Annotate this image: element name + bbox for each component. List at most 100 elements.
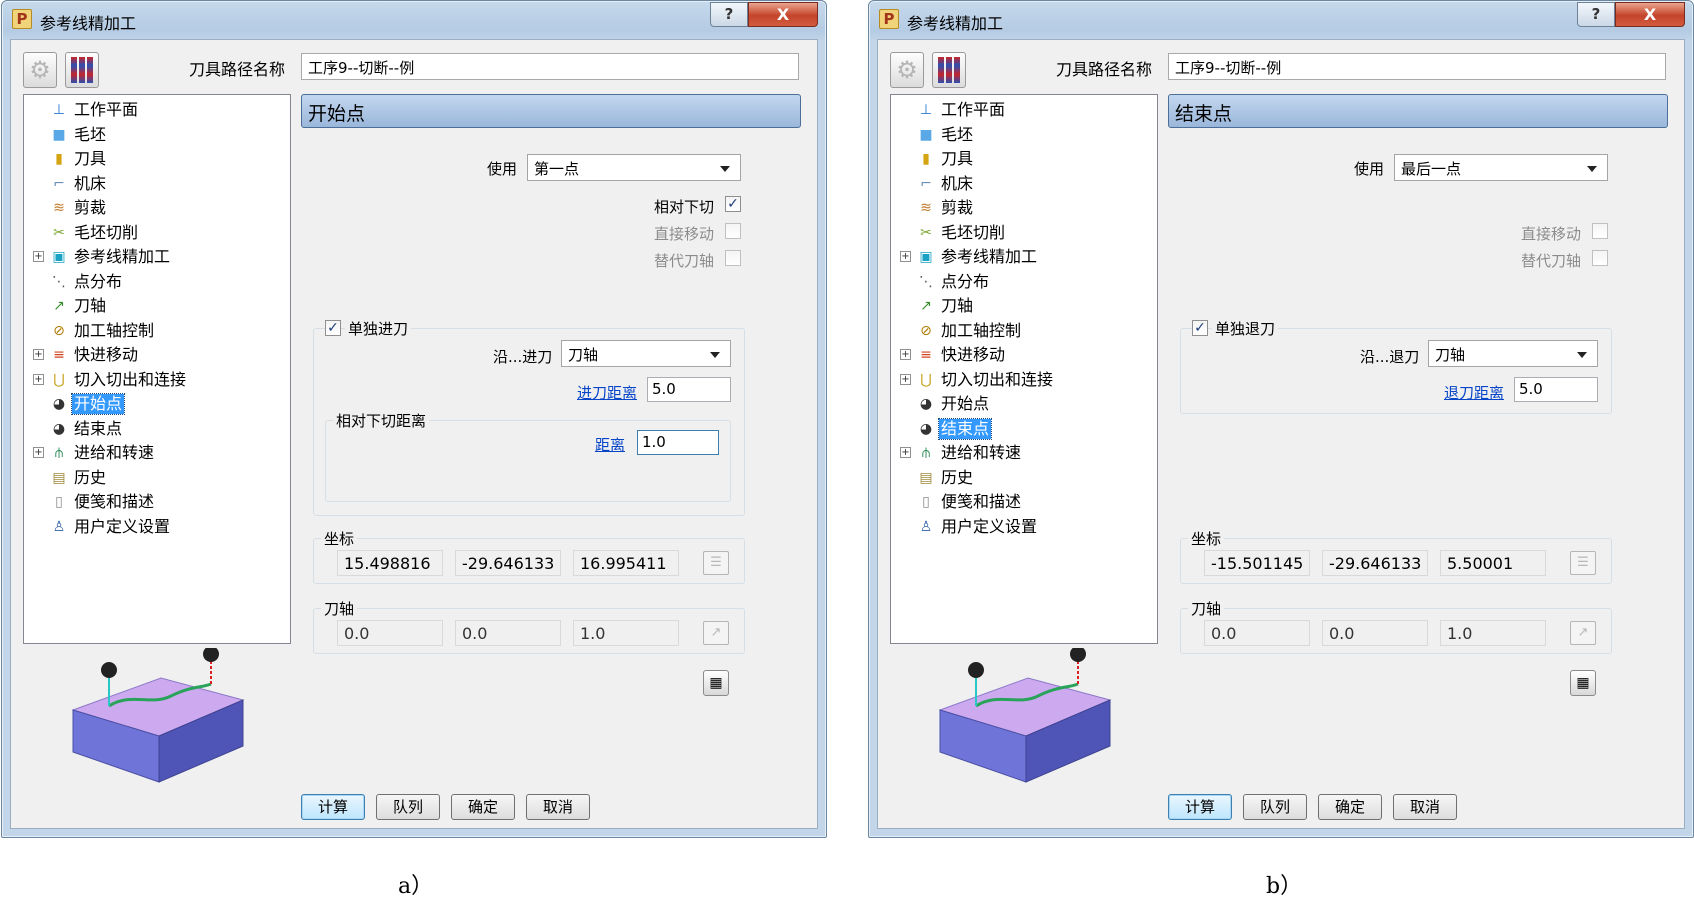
ok-button[interactable]: 确定 xyxy=(451,794,515,820)
direct-move-label: 直接移动 xyxy=(654,225,715,243)
settings-tree[interactable]: ⊥ 工作平面 ■ 毛坯 ▮ 刀具 ⌐ 机床 ≋ 剪裁 ✂ 毛坯切削 + ▣ 参考线精加工 ⋱ 点分布 ↗ 刀轴 ⊘ 加工… xyxy=(890,94,1158,644)
toolpath-preview-button[interactable] xyxy=(65,52,99,88)
approach-along-select[interactable]: 刀轴 xyxy=(561,340,731,367)
approach-distance-input[interactable]: 5.0 xyxy=(647,377,731,402)
title-bar[interactable]: P 参考线精加工 ? X xyxy=(2,1,826,37)
tree-item[interactable]: ⊥ 工作平面 xyxy=(891,98,1151,122)
tree-item[interactable]: ↗ 刀轴 xyxy=(24,294,284,318)
title-bar[interactable]: P 参考线精加工 ? X xyxy=(869,1,1693,37)
ok-button[interactable]: 确定 xyxy=(1318,794,1382,820)
tree-item[interactable]: ♙ 用户定义设置 xyxy=(24,515,284,539)
alt-tool-axis-checkbox[interactable] xyxy=(725,250,741,266)
tree-item[interactable]: + ⋃ 切入切出和连接 xyxy=(24,368,284,392)
toolpath-settings-button[interactable]: ⚙ xyxy=(890,52,924,88)
direct-move-checkbox[interactable] xyxy=(1592,223,1608,239)
tree-item[interactable]: ↗ 刀轴 xyxy=(891,294,1151,318)
calculator-icon[interactable]: ▦ xyxy=(1570,670,1596,696)
toolpath-preview-button[interactable] xyxy=(932,52,966,88)
expand-icon[interactable]: + xyxy=(900,251,911,262)
direct-move-checkbox[interactable] xyxy=(725,223,741,239)
tree-item[interactable]: ⊘ 加工轴控制 xyxy=(891,319,1151,343)
tree-item[interactable]: + ≡ 快进移动 xyxy=(891,343,1151,367)
alt-tool-axis-checkbox[interactable] xyxy=(1592,250,1608,266)
tree-item[interactable]: ■ 毛坯 xyxy=(891,123,1151,147)
settings-tree[interactable]: ⊥ 工作平面 ■ 毛坯 ▮ 刀具 ⌐ 机床 ≋ 剪裁 ✂ 毛坯切削 + ▣ 参考线精加工 ⋱ 点分布 ↗ 刀轴 ⊘ 加工… xyxy=(23,94,291,644)
toolpath-settings-button[interactable]: ⚙ xyxy=(23,52,57,88)
queue-button[interactable]: 队列 xyxy=(1243,794,1307,820)
calculator-icon[interactable]: ▦ xyxy=(703,670,729,696)
tree-item-label: 工作平面 xyxy=(941,100,1006,119)
relative-distance-group-label: 相对下切距离 xyxy=(333,410,430,431)
tree-item[interactable]: + ▣ 参考线精加工 xyxy=(24,245,284,269)
tool-axis-edit-icon[interactable]: ↗ xyxy=(1570,621,1596,645)
separate-retract-checkbox[interactable]: ✓ xyxy=(1192,320,1208,336)
calculate-button[interactable]: 计算 xyxy=(301,794,365,820)
tree-item[interactable]: ⌐ 机床 xyxy=(891,172,1151,196)
tree-item[interactable]: ▯ 便笺和描述 xyxy=(24,490,284,514)
expand-icon[interactable]: + xyxy=(900,447,911,458)
expand-icon[interactable]: + xyxy=(33,447,44,458)
tree-item-label: 开始点 xyxy=(941,394,990,413)
tool-axis-j: 0.0 xyxy=(1322,620,1428,646)
toolpath-name-input[interactable]: 工序9--切断--例 xyxy=(1168,53,1666,80)
tree-item[interactable]: + ⫛ 进给和转速 xyxy=(24,441,284,465)
retract-distance-input[interactable]: 5.0 xyxy=(1514,377,1598,402)
tree-item[interactable]: ■ 毛坯 xyxy=(24,123,284,147)
tree-item[interactable]: ◕ 结束点 xyxy=(24,417,284,441)
retract-along-select[interactable]: 刀轴 xyxy=(1428,340,1598,367)
cancel-button[interactable]: 取消 xyxy=(526,794,590,820)
tree-item[interactable]: ⋱ 点分布 xyxy=(24,270,284,294)
toolpath-name-input[interactable]: 工序9--切断--例 xyxy=(301,53,799,80)
coordinate-list-icon[interactable]: ☰ xyxy=(703,551,729,575)
relative-plunge-checkbox[interactable]: ✓ xyxy=(725,196,741,212)
retract-distance-link[interactable]: 退刀距离 xyxy=(1444,382,1504,403)
calculate-button[interactable]: 计算 xyxy=(1168,794,1232,820)
use-select[interactable]: 第一点 xyxy=(527,154,741,181)
tree-item[interactable]: ✂ 毛坯切削 xyxy=(24,221,284,245)
expand-icon[interactable]: + xyxy=(33,251,44,262)
tree-item[interactable]: ✂ 毛坯切削 xyxy=(891,221,1151,245)
tree-item[interactable]: ⌐ 机床 xyxy=(24,172,284,196)
tree-item[interactable]: + ≡ 快进移动 xyxy=(24,343,284,367)
caption-a: a） xyxy=(398,874,434,899)
tree-item[interactable]: + ▣ 参考线精加工 xyxy=(891,245,1151,269)
tree-item[interactable]: ▤ 历史 xyxy=(891,466,1151,490)
tree-item[interactable]: ◕ 结束点 xyxy=(891,417,1151,441)
relative-distance-input[interactable]: 1.0 xyxy=(637,430,719,455)
tree-item[interactable]: ≋ 剪裁 xyxy=(24,196,284,220)
separate-approach-checkbox[interactable]: ✓ xyxy=(325,320,341,336)
tree-item[interactable]: ▯ 便笺和描述 xyxy=(891,490,1151,514)
tree-item[interactable]: ♙ 用户定义设置 xyxy=(891,515,1151,539)
tool-axis-edit-icon[interactable]: ↗ xyxy=(703,621,729,645)
coordinate-list-icon[interactable]: ☰ xyxy=(1570,551,1596,575)
coordinate-y: -29.646133 xyxy=(1322,550,1428,576)
tree-item[interactable]: ⋱ 点分布 xyxy=(891,270,1151,294)
help-button[interactable]: ? xyxy=(1577,2,1615,27)
tree-item[interactable]: ◕ 开始点 xyxy=(891,392,1151,416)
tree-item[interactable]: ≋ 剪裁 xyxy=(891,196,1151,220)
tree-item[interactable]: ⊘ 加工轴控制 xyxy=(24,319,284,343)
coordinate-x: 15.498816 xyxy=(337,550,443,576)
help-button[interactable]: ? xyxy=(710,2,748,27)
tree-item[interactable]: + ⫛ 进给和转速 xyxy=(891,441,1151,465)
coordinate-y: -29.646133 xyxy=(455,550,561,576)
notes-icon: ▯ xyxy=(922,494,930,510)
close-button[interactable]: X xyxy=(748,2,818,27)
approach-distance-link[interactable]: 进刀距离 xyxy=(577,382,637,403)
tree-item[interactable]: ◕ 开始点 xyxy=(24,392,284,416)
expand-icon[interactable]: + xyxy=(33,349,44,360)
expand-icon[interactable]: + xyxy=(33,373,44,385)
use-select[interactable]: 最后一点 xyxy=(1394,154,1608,181)
queue-button[interactable]: 队列 xyxy=(376,794,440,820)
tree-item[interactable]: ▤ 历史 xyxy=(24,466,284,490)
tree-item[interactable]: ▮ 刀具 xyxy=(24,147,284,171)
cancel-button[interactable]: 取消 xyxy=(1393,794,1457,820)
tree-item[interactable]: + ⋃ 切入切出和连接 xyxy=(891,368,1151,392)
expand-icon[interactable]: + xyxy=(900,373,911,385)
retract-along-label: 沿...退刀 xyxy=(1360,348,1420,366)
expand-icon[interactable]: + xyxy=(900,349,911,360)
tree-item[interactable]: ▮ 刀具 xyxy=(891,147,1151,171)
relative-distance-link[interactable]: 距离 xyxy=(595,434,625,455)
tree-item[interactable]: ⊥ 工作平面 xyxy=(24,98,284,122)
close-button[interactable]: X xyxy=(1615,2,1685,27)
